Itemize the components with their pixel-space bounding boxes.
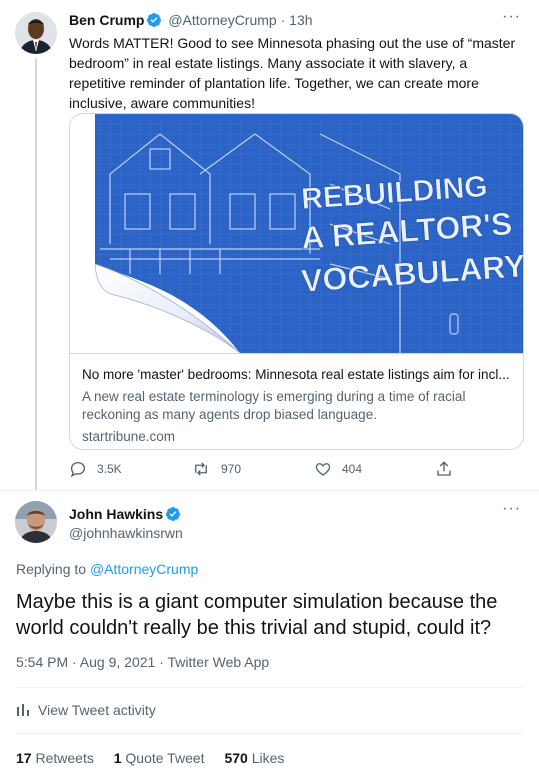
reply-icon — [70, 461, 86, 478]
retweet-button[interactable]: 970 — [191, 460, 241, 478]
more-icon[interactable]: ··· — [502, 9, 521, 25]
replying-handle-link[interactable]: @AttorneyCrump — [90, 561, 198, 577]
card-meta: No more 'master' bedrooms: Minnesota rea… — [70, 353, 523, 449]
tweet-stats: 17 Retweets 1 Quote Tweet 570 Likes — [16, 749, 300, 767]
likes-label: Likes — [251, 750, 285, 766]
like-count: 404 — [342, 462, 363, 476]
tweet-actions: 3.5K 970 404 — [69, 460, 489, 480]
separator-dot: · — [280, 12, 286, 28]
like-icon — [315, 463, 331, 476]
quote-tweets-stat[interactable]: 1 Quote Tweet — [114, 750, 205, 766]
tweet-time[interactable]: 13h — [289, 12, 312, 28]
more-icon[interactable]: ··· — [502, 501, 521, 517]
verified-badge-icon — [146, 12, 162, 32]
author-handle[interactable]: @AttorneyCrump — [168, 12, 276, 28]
reply-count: 3.5K — [97, 462, 122, 476]
tweet-ben-crump[interactable]: Ben Crump @AttorneyCrump · 13h ··· Words… — [0, 0, 539, 490]
replying-to: Replying to @AttorneyCrump — [16, 560, 198, 578]
avatar-portrait-image — [15, 12, 57, 54]
share-button[interactable] — [435, 460, 463, 478]
analytics-icon — [17, 704, 29, 716]
link-card[interactable]: REBUILDING A REALTOR'S VOCABULARY No mor… — [69, 113, 524, 450]
tweet-timestamp[interactable]: 5:54 PM · Aug 9, 2021 · Twitter Web App — [16, 653, 269, 671]
view-tweet-activity-link[interactable]: View Tweet activity — [16, 701, 156, 719]
author-name[interactable]: John Hawkins — [69, 505, 183, 526]
verified-badge-icon — [165, 506, 181, 526]
card-domain: startribune.com — [82, 429, 176, 444]
card-title[interactable]: No more 'master' bedrooms: Minnesota rea… — [82, 366, 513, 384]
tweet-header: Ben Crump @AttorneyCrump · 13h — [69, 11, 313, 32]
author-name[interactable]: Ben Crump — [69, 12, 144, 28]
retweet-count: 970 — [221, 462, 242, 476]
card-description: A new real estate terminology is emergin… — [82, 389, 466, 422]
avatar[interactable] — [15, 501, 57, 543]
divider — [16, 687, 523, 688]
card-image: REBUILDING A REALTOR'S VOCABULARY — [70, 114, 523, 354]
author-handle[interactable]: @johnhawkinsrwn — [69, 524, 183, 542]
retweets-count: 17 — [16, 750, 32, 766]
replying-prefix: Replying to — [16, 561, 87, 577]
author-name-text: John Hawkins — [69, 506, 164, 522]
quotes-count: 1 — [113, 750, 122, 766]
tweet-text: Maybe this is a giant computer simulatio… — [16, 591, 498, 639]
retweets-label: Retweets — [35, 750, 94, 766]
like-button[interactable]: 404 — [314, 460, 362, 478]
retweets-stat[interactable]: 17 Retweets — [16, 750, 94, 766]
reply-button[interactable]: 3.5K — [69, 460, 122, 478]
retweet-icon — [195, 462, 207, 476]
tweet-text: Words MATTER! Good to see Minnesota phas… — [69, 35, 516, 111]
quotes-label: Quote Tweet — [125, 750, 205, 766]
avatar[interactable] — [15, 12, 57, 54]
avatar-portrait-image — [15, 501, 57, 543]
divider — [16, 733, 523, 734]
activity-label: View Tweet activity — [38, 702, 156, 718]
likes-stat[interactable]: 570 Likes — [224, 750, 284, 766]
share-icon — [437, 461, 451, 476]
likes-count: 570 — [224, 750, 248, 766]
